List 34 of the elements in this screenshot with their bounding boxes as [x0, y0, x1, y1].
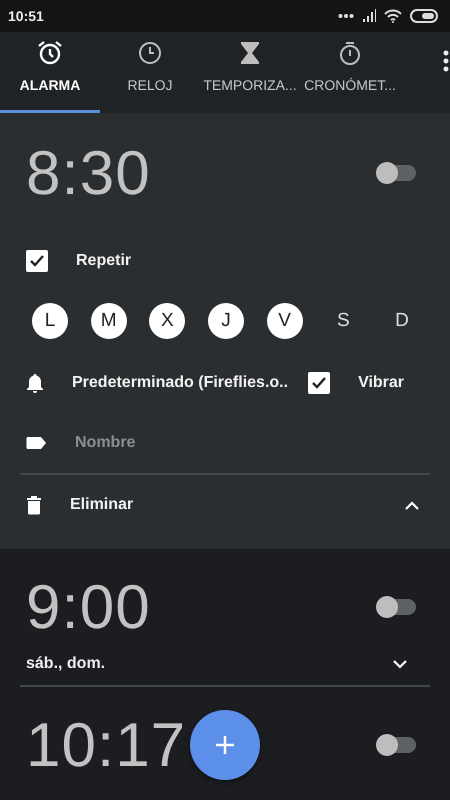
- alarm-clock-icon: [37, 40, 63, 66]
- clock-icon: [137, 40, 163, 66]
- alarm-time[interactable]: 10:17: [26, 710, 186, 780]
- tab[interactable]: TEMPORIZA...: [200, 32, 300, 113]
- plus-icon: [215, 735, 235, 755]
- day-toggle[interactable]: V: [266, 303, 303, 339]
- vibrate-label: Vibrar: [358, 374, 404, 392]
- day-toggle[interactable]: X: [149, 303, 186, 339]
- day-toggle[interactable]: M: [90, 303, 127, 339]
- day-toggle[interactable]: J: [208, 303, 244, 339]
- ringtone-label[interactable]: Predeterminado (Fireflies.o..: [72, 374, 288, 392]
- alarm-time[interactable]: 9:00: [26, 572, 151, 642]
- day-toggle[interactable]: S: [325, 303, 362, 339]
- checkbox[interactable]: [26, 250, 48, 272]
- more-options-icon[interactable]: [442, 50, 450, 72]
- day-toggle[interactable]: L: [32, 303, 68, 339]
- status-time: 10:51: [8, 8, 44, 24]
- bell-icon: [26, 373, 44, 393]
- checkbox[interactable]: [308, 372, 330, 394]
- day-toggle[interactable]: D: [384, 303, 420, 339]
- more-notifications-icon: [338, 13, 354, 19]
- signal-icon: [362, 9, 376, 23]
- wifi-icon: [384, 9, 402, 23]
- repeat-days: sáb., dom.: [26, 655, 106, 673]
- battery-icon: [410, 9, 438, 23]
- name-field[interactable]: Nombre: [75, 434, 136, 452]
- tab[interactable]: RELOJ: [100, 32, 200, 113]
- alarm-time[interactable]: 8:30: [26, 138, 151, 208]
- stopwatch-icon: [337, 40, 363, 66]
- repeat-label: Repetir: [76, 252, 132, 270]
- tab[interactable]: CRONÓMET...: [300, 32, 400, 113]
- delete-button[interactable]: Eliminar: [70, 496, 376, 514]
- trash-icon: [26, 495, 42, 515]
- label-tag-icon: [26, 436, 47, 450]
